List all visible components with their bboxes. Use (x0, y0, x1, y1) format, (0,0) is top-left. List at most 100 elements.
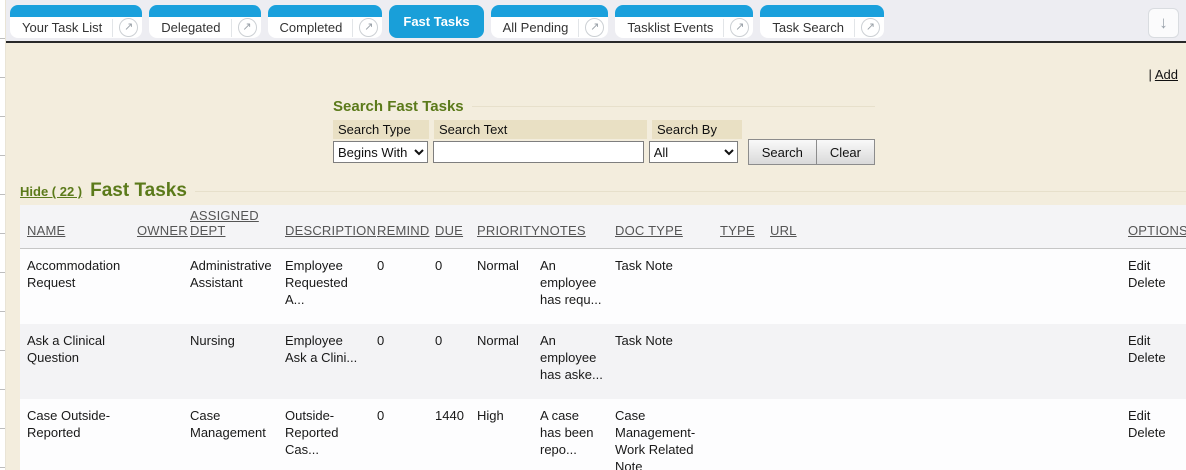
list-title: Fast Tasks (90, 180, 187, 202)
cell-name: Accommodation Request (20, 249, 137, 324)
tab-all-pending[interactable]: All Pending↗ (491, 5, 609, 38)
search-labels-row: Search Type Search Text Search By (333, 120, 875, 139)
cell-due: 0 (435, 324, 477, 399)
table-header-row: NAME OWNERASSIGNED DEPT DESCRIPTIONREMIND D… (20, 205, 1186, 249)
add-toolbar: |Add (1148, 67, 1178, 82)
column-sort-link[interactable]: TYPE (720, 223, 755, 238)
cell-notes: An employee has requ... (540, 249, 615, 324)
column-sort-link[interactable]: DUE (435, 223, 463, 238)
column-sort-link[interactable]: URL (770, 223, 797, 238)
cell-remind: 0 (377, 399, 435, 470)
search-by-label: Search By (652, 120, 742, 139)
search-button[interactable]: Search (748, 139, 817, 165)
cell-name: Case Outside-Reported (20, 399, 137, 470)
edit-link[interactable]: Edit (1128, 407, 1182, 424)
popout-icon[interactable]: ↗ (730, 18, 749, 37)
cell-priority: High (477, 399, 540, 470)
table-row: Case Outside-Reported Case ManagementOuts… (20, 399, 1186, 470)
tab-your-task-list[interactable]: Your Task List ↗ (10, 5, 142, 38)
cell-owner (137, 249, 190, 324)
tab-label: Tasklist Events (627, 20, 713, 35)
column-header-url: URL (770, 205, 1120, 249)
edit-link[interactable]: Edit (1128, 332, 1182, 349)
cell-assigned-dept: Case Management (190, 399, 285, 470)
cell-description: Employee Requested A... (285, 249, 377, 324)
tab-label: Completed (280, 20, 343, 35)
column-header-description: DESCRIPTION (285, 205, 377, 249)
column-sort-link[interactable]: NAME (27, 223, 65, 238)
search-panel: Search Fast Tasks Search Type Search Tex… (333, 98, 875, 165)
cell-url (770, 324, 1120, 399)
tab-top-stripe (491, 5, 609, 17)
cell-description: Outside-Reported Cas... (285, 399, 377, 470)
tabbar-collapse-button[interactable]: ↓ (1148, 8, 1179, 38)
cell-owner (137, 399, 190, 470)
tab-separator (854, 19, 855, 37)
column-sort-link[interactable]: OWNER (137, 223, 188, 238)
cell-priority: Normal (477, 249, 540, 324)
column-header-assigned-dept: ASSIGNED DEPT (190, 205, 285, 249)
tab-completed[interactable]: Completed ↗ (268, 5, 383, 38)
tab-separator (352, 19, 353, 37)
column-sort-link[interactable]: DESCRIPTION (285, 223, 376, 238)
popout-icon[interactable]: ↗ (861, 18, 880, 37)
cell-url (770, 249, 1120, 324)
popout-icon[interactable]: ↗ (359, 18, 378, 37)
tab-top-stripe (268, 5, 383, 17)
popout-icon[interactable]: ↗ (119, 18, 138, 37)
column-sort-link[interactable]: ASSIGNED DEPT (190, 208, 259, 238)
left-ruler (0, 0, 6, 470)
column-sort-link[interactable]: PRIORITY (477, 223, 540, 238)
tab-separator (231, 19, 232, 37)
tab-fast-tasks[interactable]: Fast Tasks (389, 5, 483, 38)
cell-remind: 0 (377, 324, 435, 399)
tab-separator (723, 19, 724, 37)
list-header: Hide ( 22 ) Fast Tasks (20, 180, 1186, 202)
table-row: Ask a Clinical QuestionNursingEmployee A… (20, 324, 1186, 399)
add-link[interactable]: Add (1155, 67, 1178, 82)
popout-icon[interactable]: ↗ (238, 18, 257, 37)
cell-name: Ask a Clinical Question (20, 324, 137, 399)
cell-type (720, 324, 770, 399)
arrow-down-icon: ↓ (1159, 13, 1168, 33)
cell-notes: A case has been repo... (540, 399, 615, 470)
search-panel-title: Search Fast Tasks (333, 98, 464, 115)
tab-separator (578, 19, 579, 37)
search-by-select[interactable]: All (649, 141, 738, 163)
delete-link[interactable]: Delete (1128, 274, 1182, 291)
cell-type (720, 249, 770, 324)
delete-link[interactable]: Delete (1128, 349, 1182, 366)
cell-doc-type: Task Note (615, 324, 720, 399)
search-text-label: Search Text (434, 120, 647, 139)
hide-link[interactable]: Hide ( 22 ) (20, 184, 82, 199)
cell-due: 0 (435, 249, 477, 324)
cell-options: EditDelete (1120, 249, 1186, 324)
tab-label: Your Task List (22, 20, 102, 35)
tab-task-search[interactable]: Task Search↗ (760, 5, 884, 38)
edit-link[interactable]: Edit (1128, 257, 1182, 274)
column-header-doc-type: DOC TYPE (615, 205, 720, 249)
column-sort-link[interactable]: NOTES (540, 223, 586, 238)
column-sort-link[interactable]: REMIND (377, 223, 429, 238)
tab-tasklist-events[interactable]: Tasklist Events ↗ (615, 5, 753, 38)
legend-line (472, 106, 875, 107)
cell-doc-type: Case Management-Work Related Note (615, 399, 720, 470)
content-area: |Add Search Fast Tasks Search Type Searc… (0, 43, 1186, 470)
table-head: NAME OWNERASSIGNED DEPT DESCRIPTIONREMIND D… (20, 205, 1186, 249)
search-text-input[interactable] (433, 141, 644, 163)
clear-button[interactable]: Clear (816, 139, 875, 165)
table-row: Accommodation Request Administrative Assi… (20, 249, 1186, 324)
cell-options: EditDelete (1120, 324, 1186, 399)
delete-link[interactable]: Delete (1128, 424, 1182, 441)
column-header-name: NAME (20, 205, 137, 249)
column-sort-link[interactable]: OPTIONS (1128, 223, 1186, 238)
tab-top-stripe (760, 5, 884, 17)
column-sort-link[interactable]: DOC TYPE (615, 223, 683, 238)
cell-notes: An employee has aske... (540, 324, 615, 399)
cell-options: EditDelete (1120, 399, 1186, 470)
cell-assigned-dept: Administrative Assistant (190, 249, 285, 324)
tab-delegated[interactable]: Delegated↗ (149, 5, 260, 38)
tab-label: Fast Tasks (403, 14, 469, 29)
popout-icon[interactable]: ↗ (585, 18, 604, 37)
search-type-select[interactable]: Begins With (333, 141, 428, 163)
